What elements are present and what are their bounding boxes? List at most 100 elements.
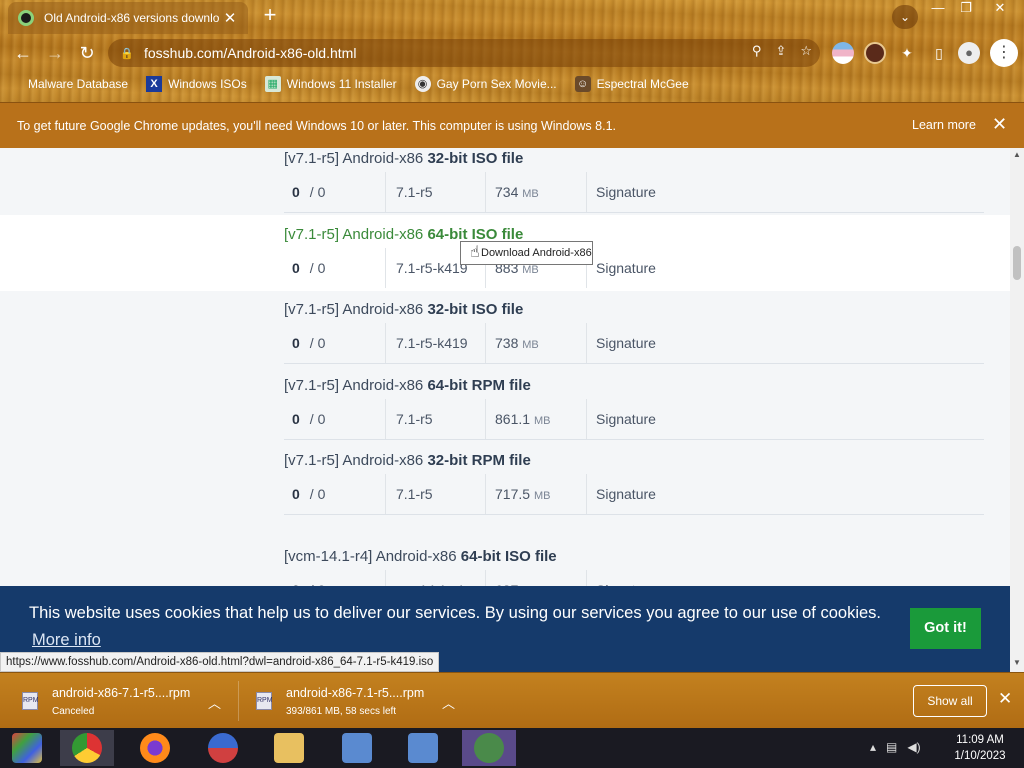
file-meta: 0/ 0 7.1-r5 861.1 MB Signature (284, 399, 984, 439)
close-window-button[interactable]: ✕ (984, 0, 1016, 18)
got-it-button[interactable]: Got it! (910, 608, 981, 649)
file-title[interactable]: [v7.1-r5] Android-x86 32-bit ISO file (284, 150, 523, 167)
volume-icon[interactable]: ◀) (907, 740, 920, 754)
avatar-icon: ☺ (574, 76, 591, 92)
file-title[interactable]: [v7.1-r5] Android-x86 64-bit RPM file (284, 377, 531, 394)
download-shelf: RPM android-x86-7.1-r5....rpm Canceled ︿… (0, 672, 1024, 728)
taskbar-app[interactable] (196, 730, 250, 766)
extension-avatar-icon[interactable] (864, 42, 886, 64)
chevron-up-icon[interactable]: ︿ (442, 693, 455, 712)
file-votes: 0/ 0 (292, 260, 326, 276)
signature-link[interactable]: Signature (586, 248, 656, 288)
shelf-divider (238, 681, 239, 721)
address-bar[interactable]: 🔒 fosshub.com/Android-x86-old.html ⚲ ⇪ ☆ (108, 39, 820, 67)
tab-close-icon[interactable]: ✕ (222, 9, 238, 27)
windows-taskbar: ▴ ▤ ◀) 11:09 AM 1/10/2023 (0, 728, 1024, 768)
new-tab-button[interactable]: + (258, 4, 282, 28)
page-scrollbar[interactable]: ▲ ▼ (1010, 148, 1024, 672)
users-icon (474, 733, 504, 763)
file-row: [v7.1-r5] Android-x86 32-bit ISO file 0/… (284, 301, 984, 377)
file-size: 738 MB (485, 323, 586, 363)
file-meta: 0/ 0 7.1-r5-k419 738 MB Signature (284, 323, 984, 363)
bookmark-malware-database[interactable]: Malware Database (16, 76, 128, 92)
bookmark-star-icon[interactable]: ☆ (800, 43, 812, 59)
bookmark-label: Gay Porn Sex Movie... (436, 77, 557, 91)
site-favicon-icon (18, 10, 34, 26)
scrollbar-thumb[interactable] (1013, 246, 1021, 280)
start-button[interactable] (0, 730, 54, 766)
download-item[interactable]: RPM android-x86-7.1-r5....rpm 393/861 MB… (256, 673, 466, 729)
infobar-close-icon[interactable]: ✕ (992, 114, 1007, 135)
signature-link[interactable]: Signature (586, 172, 656, 212)
download-item[interactable]: RPM android-x86-7.1-r5....rpm Canceled ︿ (22, 673, 232, 729)
back-arrow-icon[interactable]: ← (10, 40, 36, 66)
signature-link[interactable]: Signature (586, 323, 656, 363)
zoom-search-icon[interactable]: ⚲ (752, 43, 762, 59)
taskbar-file-explorer[interactable] (262, 730, 316, 766)
taskbar-chrome[interactable] (60, 730, 114, 766)
download-status: Canceled (52, 705, 95, 717)
file-icon: RPM (22, 692, 39, 710)
taskbar-network-2[interactable] (396, 730, 450, 766)
taskbar-users[interactable] (462, 730, 516, 766)
reload-icon[interactable]: ↻ (74, 40, 100, 66)
file-title[interactable]: [vcm-14.1-r4] Android-x86 64-bit ISO fil… (284, 548, 557, 565)
file-title[interactable]: [v7.1-r5] Android-x86 32-bit ISO file (284, 301, 523, 318)
firefox-icon (140, 733, 170, 763)
tab-android-x86[interactable]: Old Android-x86 versions downlo ✕ (8, 2, 248, 34)
close-shelf-icon[interactable]: ✕ (998, 689, 1012, 709)
scroll-down-icon[interactable]: ▼ (1013, 658, 1021, 667)
bookmark-windows-11-installer[interactable]: ▦ Windows 11 Installer (264, 76, 397, 92)
maximize-button[interactable]: ❐ (952, 0, 980, 18)
profile-icon[interactable]: ● (958, 42, 980, 64)
file-row: [v7.1-r5] Android-x86 32-bit ISO file 0/… (284, 150, 984, 226)
side-panel-icon[interactable]: ▯ (928, 42, 950, 64)
app-icon (208, 733, 238, 763)
tab-strip: Old Android-x86 versions downlo ✕ + ⌄ — … (0, 0, 1024, 34)
file-version: 7.1-r5-k419 (385, 323, 485, 363)
x-icon: X (146, 76, 163, 92)
learn-more-link[interactable]: Learn more (912, 118, 976, 132)
browser-toolbar: ← → ↻ 🔒 fosshub.com/Android-x86-old.html… (0, 36, 1024, 70)
bookmark-windows-isos[interactable]: X Windows ISOs (146, 76, 247, 92)
taskbar-firefox[interactable] (128, 730, 182, 766)
link-tooltip: Download Android-x86 (460, 241, 593, 265)
file-row: [v7.1-r5] Android-x86 32-bit RPM file 0/… (284, 452, 984, 528)
taskbar-clock[interactable]: 11:09 AM 1/10/2023 (940, 732, 1020, 764)
row-divider (284, 514, 984, 515)
forward-arrow-icon[interactable]: → (42, 40, 68, 66)
start-icon (12, 733, 42, 763)
clock-date: 1/10/2023 (954, 750, 1006, 762)
extension-flag-icon[interactable] (832, 42, 854, 64)
show-all-button[interactable]: Show all (913, 685, 987, 717)
signature-link[interactable]: Signature (586, 399, 656, 439)
site-icon: ◉ (414, 76, 431, 92)
tab-search-icon[interactable]: ⌄ (892, 5, 918, 29)
file-title[interactable]: [v7.1-r5] Android-x86 32-bit RPM file (284, 452, 531, 469)
file-size: 861.1 MB (485, 399, 586, 439)
chevron-up-icon[interactable]: ︿ (208, 693, 221, 712)
file-votes: 0/ 0 (292, 411, 326, 427)
chrome-menu-icon[interactable]: ⋮ (990, 39, 1018, 67)
file-version: 7.1-r5 (385, 172, 485, 212)
more-info-link[interactable]: More info (32, 631, 101, 650)
tray-expand-icon[interactable]: ▴ (870, 740, 876, 754)
file-icon: RPM (256, 692, 273, 710)
status-url-bubble: https://www.fosshub.com/Android-x86-old.… (0, 652, 440, 672)
signature-link[interactable]: Signature (586, 474, 656, 514)
extensions-puzzle-icon[interactable]: ✦ (896, 42, 918, 64)
minimize-button[interactable]: — (924, 0, 952, 18)
bookmark-espectral-mcgee[interactable]: ☺ Espectral McGee (574, 76, 689, 92)
bookmark-site[interactable]: ◉ Gay Porn Sex Movie... (414, 76, 557, 92)
bookmark-label: Espectral McGee (596, 77, 689, 91)
network-icon[interactable]: ▤ (886, 740, 897, 754)
file-row: [v7.1-r5] Android-x86 64-bit RPM file 0/… (284, 377, 984, 453)
scroll-up-icon[interactable]: ▲ (1013, 150, 1021, 159)
system-tray: ▴ ▤ ◀) (870, 740, 921, 754)
share-icon[interactable]: ⇪ (775, 43, 786, 59)
file-row-highlighted: [v7.1-r5] Android-x86 64-bit ISO file 0/… (284, 226, 984, 302)
file-votes: 0/ 0 (292, 335, 326, 351)
download-name: android-x86-7.1-r5....rpm (52, 685, 191, 700)
taskbar-network[interactable] (330, 730, 384, 766)
row-divider (284, 363, 984, 364)
